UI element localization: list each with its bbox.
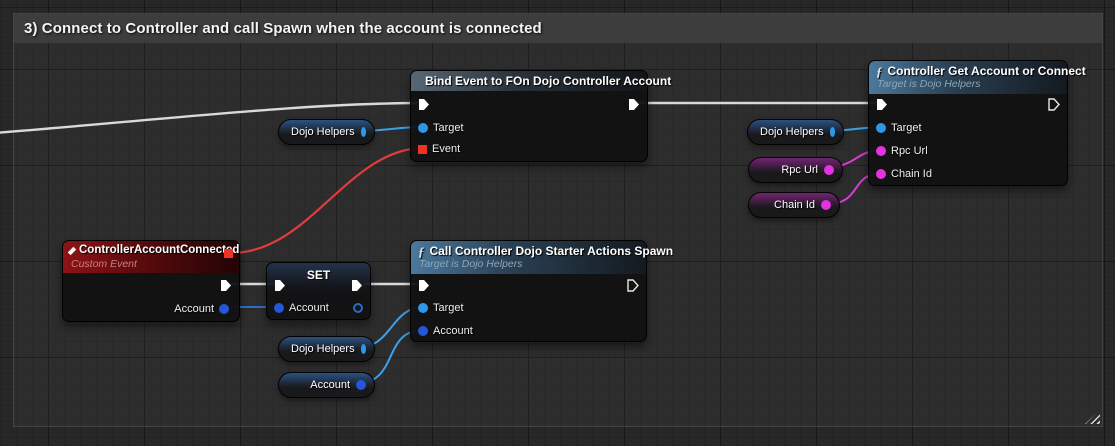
exec-in-icon bbox=[274, 279, 286, 292]
pill-label: Chain Id bbox=[774, 199, 815, 211]
exec-in-icon bbox=[418, 279, 430, 292]
pill-label: Account bbox=[310, 379, 350, 391]
exec-in-pin[interactable] bbox=[418, 97, 430, 111]
string-pin-icon bbox=[876, 169, 886, 179]
exec-out-pin[interactable] bbox=[628, 97, 640, 111]
exec-out-pin[interactable] bbox=[627, 278, 639, 292]
node-title: Bind Event to FOn Dojo Controller Accoun… bbox=[425, 74, 671, 88]
pill-rpc-url[interactable]: Rpc Url bbox=[748, 157, 843, 183]
account-out-pin[interactable] bbox=[353, 301, 363, 315]
delegate-pin-icon bbox=[418, 145, 427, 154]
object-pin-icon[interactable] bbox=[361, 344, 366, 354]
object-pin-icon bbox=[418, 303, 428, 313]
pill-chain-id[interactable]: Chain Id bbox=[748, 192, 840, 218]
node-subtitle: Target is Dojo Helpers bbox=[877, 78, 1059, 91]
pin-label: Chain Id bbox=[891, 168, 932, 180]
exec-in-pin[interactable] bbox=[274, 278, 286, 292]
node-title: ControllerAccountConnected bbox=[79, 244, 239, 258]
pill-dojo-helpers-bottom[interactable]: Dojo Helpers bbox=[278, 336, 375, 362]
string-pin-icon[interactable] bbox=[821, 200, 831, 210]
event-pin[interactable]: Event bbox=[418, 142, 460, 156]
pin-label: Account bbox=[174, 303, 214, 315]
object-pin-icon[interactable] bbox=[361, 127, 366, 137]
object-pin-icon[interactable] bbox=[356, 380, 366, 390]
pin-label: Event bbox=[432, 143, 460, 155]
account-out-pin[interactable]: Account bbox=[174, 302, 229, 316]
pin-label: Target bbox=[433, 122, 464, 134]
node-controller-account-connected[interactable]: ControllerAccountConnected Custom Event … bbox=[62, 240, 240, 322]
string-pin-icon bbox=[876, 146, 886, 156]
pin-label: Target bbox=[433, 302, 464, 314]
string-pin-icon[interactable] bbox=[824, 165, 834, 175]
pin-label: Target bbox=[891, 122, 922, 134]
exec-out-pin[interactable] bbox=[220, 278, 232, 292]
exec-in-icon bbox=[418, 98, 430, 111]
node-title: Call Controller Dojo Starter Actions Spa… bbox=[430, 244, 674, 258]
delegate-wire bbox=[231, 148, 424, 253]
pill-dojo-helpers-top[interactable]: Dojo Helpers bbox=[278, 119, 375, 145]
object-pin-icon[interactable] bbox=[830, 127, 835, 137]
bind-event-icon bbox=[418, 76, 420, 86]
custom-event-icon bbox=[68, 247, 76, 255]
exec-out-pin[interactable] bbox=[351, 278, 363, 292]
object-pin-icon bbox=[219, 304, 229, 314]
target-pin[interactable]: Target bbox=[876, 121, 922, 135]
chain-id-pin[interactable]: Chain Id bbox=[876, 167, 932, 181]
node-bind-event-header[interactable]: Bind Event to FOn Dojo Controller Accoun… bbox=[411, 71, 647, 91]
pill-label: Dojo Helpers bbox=[760, 126, 824, 138]
object-pin-icon bbox=[353, 303, 363, 313]
function-icon: ƒ bbox=[876, 65, 883, 78]
pill-label: Dojo Helpers bbox=[291, 126, 355, 138]
exec-out-icon bbox=[220, 279, 232, 292]
pill-label: Dojo Helpers bbox=[291, 343, 355, 355]
node-title: Controller Get Account or Connect bbox=[888, 64, 1086, 78]
rpc-url-pin[interactable]: Rpc Url bbox=[876, 144, 928, 158]
object-pin-icon bbox=[418, 123, 428, 133]
node-get-account-header[interactable]: ƒ Controller Get Account or Connect Targ… bbox=[869, 61, 1067, 94]
exec-out-icon bbox=[351, 279, 363, 292]
node-bind-event[interactable]: Bind Event to FOn Dojo Controller Accoun… bbox=[410, 70, 648, 162]
exec-out-icon bbox=[1048, 98, 1060, 111]
node-get-account-or-connect[interactable]: ƒ Controller Get Account or Connect Targ… bbox=[868, 60, 1068, 186]
object-pin-icon bbox=[274, 303, 284, 313]
target-pin[interactable]: Target bbox=[418, 301, 464, 315]
exec-out-icon bbox=[627, 279, 639, 292]
node-custom-event-header[interactable]: ControllerAccountConnected Custom Event bbox=[63, 241, 239, 273]
exec-in-pin[interactable] bbox=[876, 97, 888, 111]
object-pin-icon bbox=[418, 326, 428, 336]
delegate-out-pin[interactable] bbox=[224, 249, 233, 258]
exec-out-pin[interactable] bbox=[1048, 97, 1060, 111]
pill-label: Rpc Url bbox=[781, 164, 818, 176]
account-pin[interactable]: Account bbox=[418, 324, 473, 338]
pin-label: Account bbox=[289, 302, 329, 314]
target-pin[interactable]: Target bbox=[418, 121, 464, 135]
object-pin-icon bbox=[876, 123, 886, 133]
node-call-spawn[interactable]: ƒ Call Controller Dojo Starter Actions S… bbox=[410, 240, 647, 342]
exec-in-icon bbox=[876, 98, 888, 111]
node-call-spawn-header[interactable]: ƒ Call Controller Dojo Starter Actions S… bbox=[411, 241, 646, 274]
blueprint-canvas[interactable]: { "comment": { "title": "3) Connect to C… bbox=[0, 0, 1115, 446]
node-subtitle: Target is Dojo Helpers bbox=[419, 258, 638, 271]
pin-label: Account bbox=[433, 325, 473, 337]
node-subtitle: Custom Event bbox=[71, 258, 231, 271]
exec-out-icon bbox=[628, 98, 640, 111]
function-icon: ƒ bbox=[418, 245, 425, 258]
pill-dojo-helpers-right[interactable]: Dojo Helpers bbox=[747, 119, 844, 145]
exec-in-pin[interactable] bbox=[418, 278, 430, 292]
pin-label: Rpc Url bbox=[891, 145, 928, 157]
pill-account-bottom[interactable]: Account bbox=[278, 372, 375, 398]
node-set-account[interactable]: SET Account bbox=[266, 262, 371, 320]
account-in-pin[interactable]: Account bbox=[274, 301, 329, 315]
